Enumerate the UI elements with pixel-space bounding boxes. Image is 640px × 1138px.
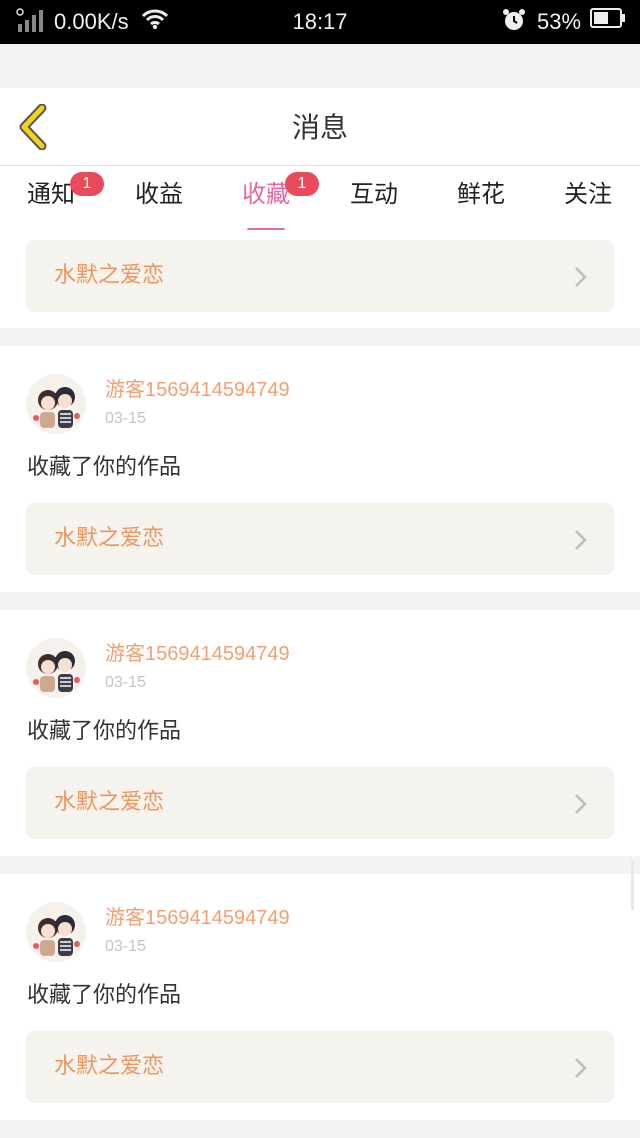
message-text: 收藏了你的作品 <box>27 455 182 480</box>
work-title: 水默之爱恋 <box>54 526 165 551</box>
battery-icon <box>590 8 625 28</box>
message-card: 游客1569414594749 03-15 收藏了你的作品 水默之爱恋 <box>0 346 640 592</box>
page-title: 消息 <box>291 111 348 144</box>
avatar-image <box>26 374 86 434</box>
chevron-right-icon <box>575 1058 587 1078</box>
battery-percent: 53% <box>537 9 582 34</box>
work-link[interactable]: 水默之爱恋 <box>26 1031 614 1103</box>
work-title: 水默之爱恋 <box>54 263 165 288</box>
tab-following[interactable]: 关注 <box>548 178 628 210</box>
work-link[interactable]: 水默之爱恋 <box>26 503 614 575</box>
avatar[interactable] <box>26 902 86 962</box>
message-date: 03-15 <box>105 938 146 955</box>
message-text: 收藏了你的作品 <box>27 983 182 1008</box>
avatar-image <box>26 902 86 962</box>
message-date: 03-15 <box>105 674 146 691</box>
chevron-right-icon <box>575 530 587 550</box>
message-card: 水默之爱恋 <box>0 230 640 328</box>
unread-badge: 1 <box>70 172 104 196</box>
username[interactable]: 游客1569414594749 <box>105 640 290 668</box>
message-card: 游客1569414594749 03-15 收藏了你的作品 水默之爱恋 <box>0 874 640 1120</box>
tab-label: 互动 <box>350 180 398 208</box>
message-text: 收藏了你的作品 <box>27 719 182 744</box>
work-link[interactable]: 水默之爱恋 <box>26 240 614 312</box>
chevron-right-icon <box>575 794 587 814</box>
message-card: 游客1569414594749 03-15 收藏了你的作品 水默之爱恋 <box>0 610 640 856</box>
avatar[interactable] <box>26 374 86 434</box>
tab-label: 收益 <box>135 180 183 208</box>
scrollbar[interactable] <box>631 860 634 910</box>
unread-badge: 1 <box>285 172 319 196</box>
tab-notification[interactable]: 通知 1 <box>11 172 104 210</box>
tab-label: 鲜花 <box>457 180 505 208</box>
status-bar: 0.00K/s 18:17 53% <box>0 0 640 44</box>
tab-flowers[interactable]: 鲜花 <box>441 178 521 210</box>
tab-label: 关注 <box>564 180 612 208</box>
avatar-image <box>26 638 86 698</box>
work-title: 水默之爱恋 <box>54 1054 165 1079</box>
username[interactable]: 游客1569414594749 <box>105 904 290 932</box>
tab-earnings[interactable]: 收益 <box>119 178 199 210</box>
avatar[interactable] <box>26 638 86 698</box>
username[interactable]: 游客1569414594749 <box>105 376 290 404</box>
navigation-header: 消息 <box>0 88 640 166</box>
work-link[interactable]: 水默之爱恋 <box>26 767 614 839</box>
chevron-right-icon <box>575 267 587 287</box>
tab-bar: 通知 1 收益 收藏 1 互动 鲜花 关注 <box>0 166 640 232</box>
tab-label: 收藏 <box>242 180 290 208</box>
message-date: 03-15 <box>105 410 146 427</box>
tab-favorites[interactable]: 收藏 1 <box>226 172 319 232</box>
tab-label: 通知 <box>27 180 75 208</box>
work-title: 水默之爱恋 <box>54 790 165 815</box>
alarm-icon <box>503 9 525 30</box>
tab-interaction[interactable]: 互动 <box>334 178 414 210</box>
